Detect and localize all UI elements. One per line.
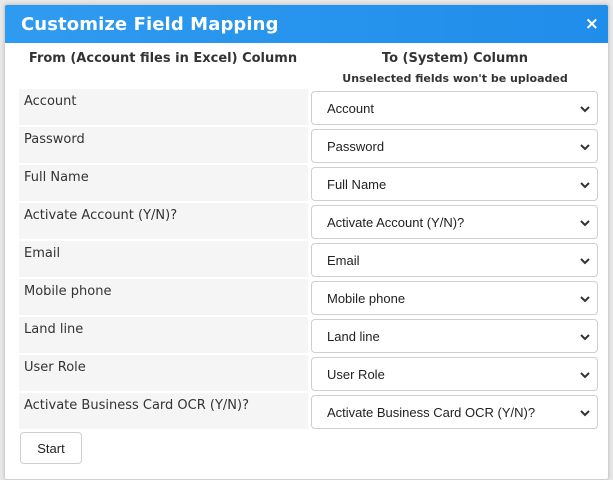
target-field-value: Activate Account (Y/N)?	[327, 214, 465, 230]
target-field-value: Full Name	[327, 176, 387, 192]
target-field-value: Account	[327, 100, 374, 116]
source-field-label: Mobile phone	[19, 279, 308, 317]
mapping-row: Password Password	[19, 127, 599, 165]
chevron-down-icon	[580, 220, 590, 227]
target-field-value: Mobile phone	[327, 290, 406, 306]
chevron-down-icon	[580, 334, 590, 341]
target-field-select[interactable]: Password	[311, 129, 598, 163]
chevron-down-icon	[580, 144, 590, 151]
target-field-value: Email	[327, 252, 360, 268]
source-field-label: Password	[19, 127, 308, 165]
source-field-label: Account	[19, 89, 308, 127]
source-field-label: Activate Account (Y/N)?	[19, 203, 308, 241]
chevron-down-icon	[580, 182, 590, 189]
mapping-row: Activate Account (Y/N)? Activate Account…	[19, 203, 599, 241]
to-column-header: To (System) Column	[381, 51, 529, 66]
target-field-select[interactable]: Email	[311, 243, 598, 277]
field-mapping-dialog: Customize Field Mapping × From (Account …	[4, 4, 609, 480]
mapping-row: Mobile phone Mobile phone	[19, 279, 599, 317]
target-field-select[interactable]: Full Name	[311, 167, 598, 201]
mapping-rows: Account Account Password Password Full N…	[19, 89, 599, 431]
mapping-row: Email Email	[19, 241, 599, 279]
chevron-down-icon	[580, 372, 590, 379]
target-field-select[interactable]: Land line	[311, 319, 598, 353]
dialog-header: Customize Field Mapping ×	[5, 5, 608, 43]
chevron-down-icon	[580, 258, 590, 265]
dialog-title: Customize Field Mapping	[21, 13, 279, 35]
target-field-value: User Role	[327, 366, 385, 382]
source-field-label: User Role	[19, 355, 308, 393]
target-field-value: Activate Business Card OCR (Y/N)?	[327, 404, 536, 420]
source-field-label: Full Name	[19, 165, 308, 203]
target-field-select[interactable]: Mobile phone	[311, 281, 598, 315]
chevron-down-icon	[580, 410, 590, 417]
target-field-select[interactable]: User Role	[311, 357, 598, 391]
mapping-row: Account Account	[19, 89, 599, 127]
close-icon[interactable]: ×	[585, 15, 599, 33]
mapping-row: Full Name Full Name	[19, 165, 599, 203]
from-column-header: From (Account files in Excel) Column	[28, 51, 298, 66]
source-field-label: Email	[19, 241, 308, 279]
target-field-select[interactable]: Activate Account (Y/N)?	[311, 205, 598, 239]
chevron-down-icon	[580, 296, 590, 303]
target-field-value: Land line	[327, 328, 380, 344]
mapping-row: User Role User Role	[19, 355, 599, 393]
mapping-row: Activate Business Card OCR (Y/N)? Activa…	[19, 393, 599, 431]
target-field-value: Password	[327, 138, 385, 154]
target-field-select[interactable]: Activate Business Card OCR (Y/N)?	[311, 395, 598, 429]
target-field-select[interactable]: Account	[311, 91, 598, 125]
mapping-row: Land line Land line	[19, 317, 599, 355]
chevron-down-icon	[580, 106, 590, 113]
to-column-note: Unselected fields won't be uploaded	[342, 72, 568, 85]
source-field-label: Land line	[19, 317, 308, 355]
start-button[interactable]: Start	[20, 432, 82, 464]
source-field-label: Activate Business Card OCR (Y/N)?	[19, 393, 308, 431]
